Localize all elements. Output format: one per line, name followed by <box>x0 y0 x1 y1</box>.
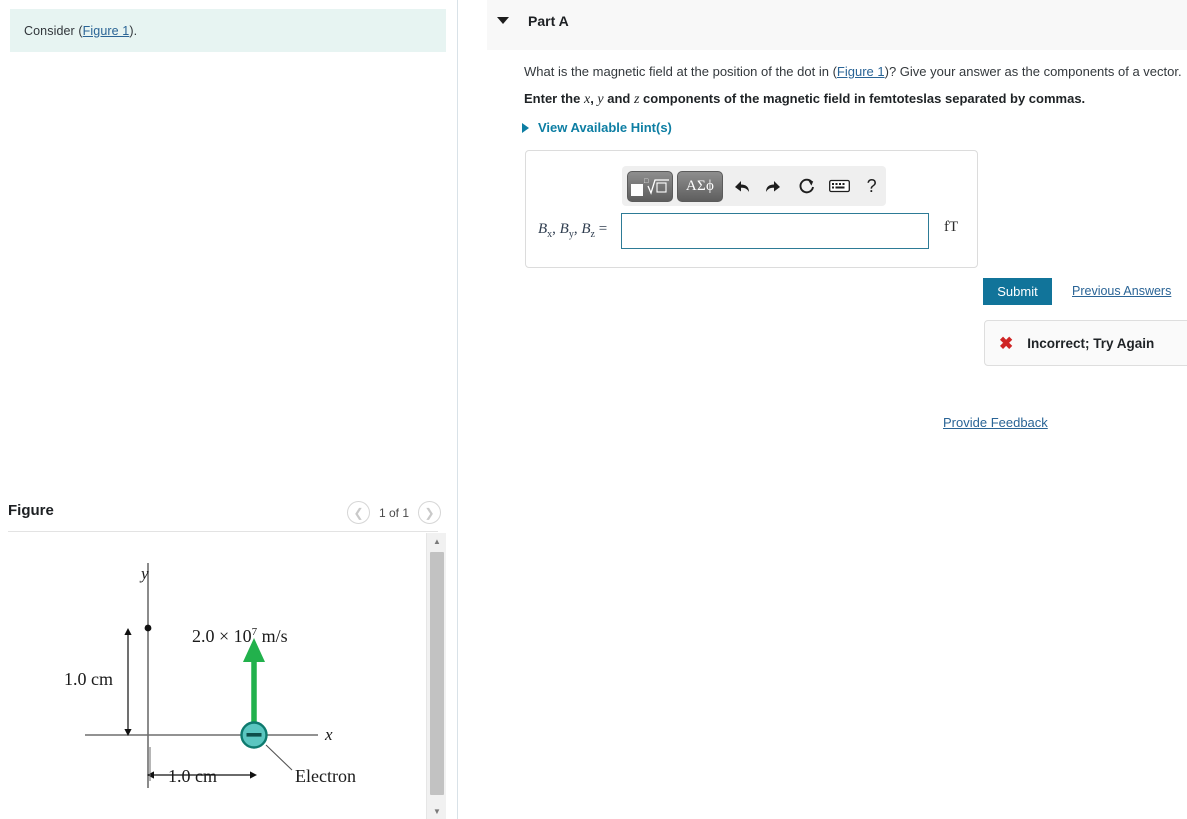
sub-z: z <box>590 229 595 240</box>
undo-icon[interactable] <box>727 171 756 201</box>
y-axis-label: y <box>141 564 149 583</box>
svg-text:□: □ <box>644 177 649 185</box>
x-axis-label: x <box>325 725 333 744</box>
keyboard-icon[interactable] <box>825 171 854 201</box>
vertical-distance-label: 1.0 cm <box>64 669 113 689</box>
question-text: What is the magnetic field at the positi… <box>524 64 1187 81</box>
horizontal-dimension-arrow-right <box>250 771 257 779</box>
answer-variable-label: Bx, By, Bz = <box>538 221 608 240</box>
consider-callout: Consider (Figure 1). <box>10 9 446 52</box>
previous-answers-link[interactable]: Previous Answers <box>1072 284 1171 298</box>
field-point-dot <box>144 624 152 632</box>
math-template-button[interactable]: □ <box>627 170 673 202</box>
chevron-left-icon: ❮ <box>353 505 364 520</box>
scrollbar-thumb[interactable] <box>430 552 444 795</box>
answer-input[interactable] <box>621 213 929 249</box>
feedback-message: Incorrect; Try Again <box>1027 335 1155 351</box>
instruction-post: components of the magnetic field in femt… <box>639 91 1086 106</box>
mastering-physics-page: Consider (Figure 1). Figure ❮ 1 of 1 ❯ y… <box>0 0 1187 819</box>
greek-letters-button[interactable]: ΑΣϕ <box>677 170 723 202</box>
view-hints-label: View Available Hint(s) <box>538 120 672 135</box>
help-icon[interactable]: ? <box>857 171 886 201</box>
caret-down-icon[interactable] <box>497 17 509 24</box>
question-suffix: )? Give your answer as the components of… <box>884 64 1182 79</box>
radical-template-icon: □ <box>630 176 670 196</box>
scroll-down-arrow-icon[interactable]: ▼ <box>427 803 447 819</box>
consider-prefix: Consider ( <box>24 23 83 38</box>
figure-panel-title: Figure <box>8 502 54 519</box>
cross-icon: ✖ <box>999 333 1014 353</box>
vertical-dimension-arrow-top <box>124 628 132 635</box>
chevron-right-icon: ❯ <box>424 505 435 520</box>
electron-leader-line <box>265 744 293 771</box>
equals-sign: = <box>598 221 608 237</box>
triangle-right-icon <box>522 122 529 133</box>
redo-icon[interactable] <box>760 171 789 201</box>
figure-1-link-left[interactable]: Figure 1 <box>83 24 130 38</box>
answer-unit-label: fT <box>944 219 959 235</box>
part-a-header[interactable] <box>487 0 1187 50</box>
figure-navigation: ❮ 1 of 1 ❯ <box>346 501 441 524</box>
answer-card: □ ΑΣϕ ? Bx, By, Bz = fT <box>525 150 978 268</box>
consider-suffix: ). <box>129 23 138 38</box>
submit-button[interactable]: Submit <box>983 278 1052 305</box>
velocity-unit: m/s <box>261 626 288 646</box>
view-hints-toggle[interactable]: View Available Hint(s) <box>522 120 672 135</box>
part-a-title: Part A <box>528 13 569 29</box>
figure-viewport: y x 2.0 × 107 m/s 1.0 cm 1.0 cm Electron <box>0 533 426 819</box>
instruction-mid2: and <box>603 91 634 106</box>
instruction-pre: Enter the <box>524 91 584 106</box>
electron-minus-sign <box>246 733 262 737</box>
label-b-z: B <box>581 221 591 237</box>
consider-text: Consider (Figure 1). <box>24 24 137 38</box>
feedback-banner: ✖ Incorrect; Try Again <box>984 320 1187 366</box>
left-panel: Consider (Figure 1). Figure ❮ 1 of 1 ❯ y… <box>0 0 458 819</box>
label-b-x: B <box>538 221 548 237</box>
figure-next-button[interactable]: ❯ <box>418 501 441 524</box>
nth-root-icon: □ <box>644 177 669 195</box>
sub-x: x <box>547 229 553 240</box>
figure-scrollbar[interactable]: ▲ ▼ <box>426 533 446 819</box>
right-panel: Part A What is the magnetic field at the… <box>459 0 1187 819</box>
figure-prev-button[interactable]: ❮ <box>346 501 370 524</box>
velocity-exponent: 7 <box>251 626 258 638</box>
figure-counter: 1 of 1 <box>378 505 409 520</box>
horizontal-distance-label: 1.0 cm <box>168 766 217 786</box>
velocity-mantissa: 2.0 × 10 <box>192 626 252 646</box>
figure-1-link-question[interactable]: Figure 1 <box>837 64 885 79</box>
reset-icon[interactable] <box>792 171 821 201</box>
question-prefix: What is the magnetic field at the positi… <box>524 64 837 79</box>
electron-label: Electron <box>295 766 356 786</box>
label-b-y: B <box>559 221 569 237</box>
scroll-up-arrow-icon[interactable]: ▲ <box>427 533 447 549</box>
provide-feedback-link[interactable]: Provide Feedback <box>943 415 1048 430</box>
sub-y: y <box>568 229 574 240</box>
math-toolbar: □ ΑΣϕ ? <box>622 166 886 206</box>
figure-divider <box>8 531 438 532</box>
instruction-text: Enter the x, y and z components of the m… <box>524 91 1184 109</box>
velocity-label: 2.0 × 107 m/s <box>192 626 288 647</box>
